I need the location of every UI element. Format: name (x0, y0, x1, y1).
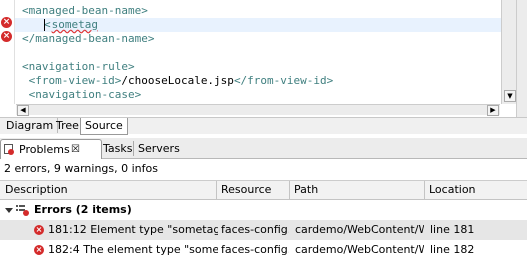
expand-triangle-icon[interactable] (5, 208, 13, 213)
cell-location: line 182 (430, 243, 475, 256)
column-location[interactable]: Location (424, 181, 527, 199)
cell-description: 181:12 Element type "sometag" m (48, 223, 218, 236)
xml-editor[interactable]: × × <managed-bean-name> <sometag </manag… (0, 0, 527, 119)
group-row-errors[interactable]: Errors (2 items) (0, 200, 527, 220)
scroll-right-icon[interactable]: ▶ (487, 105, 499, 116)
close-icon[interactable]: ☒ (71, 140, 80, 159)
editor-page-tabs: Diagram Tree Source (0, 117, 527, 135)
cell-description: 182:4 The element type "someta (48, 243, 218, 256)
horizontal-scrollbar[interactable]: ◀ ▶ (16, 104, 500, 116)
problems-icon (4, 144, 14, 155)
column-resource[interactable]: Resource (216, 181, 290, 199)
tab-problems-label: Problems (19, 143, 70, 156)
column-path[interactable]: Path (289, 181, 425, 199)
error-icon: × (34, 225, 44, 235)
cell-path: cardemo/WebContent/WE (295, 223, 424, 236)
scroll-down-icon[interactable]: ▼ (504, 90, 516, 102)
tab-diagram[interactable]: Diagram (2, 118, 59, 133)
code-line: <navigation-case> (28, 88, 142, 101)
table-header: Description Resource Path Location (0, 180, 527, 200)
code-line: <managed-bean-name> (22, 4, 148, 17)
tab-source[interactable]: Source (80, 118, 128, 135)
code-line-current: <sometag (15, 18, 501, 32)
vertical-scrollbar[interactable]: ▼ (501, 0, 516, 104)
cell-path: cardemo/WebContent/WE (295, 243, 424, 256)
cell-resource: faces-config. (221, 243, 289, 256)
tab-tasks[interactable]: Tasks (98, 139, 137, 158)
column-description[interactable]: Description (0, 181, 217, 199)
error-group-icon (16, 205, 29, 216)
editor-gutter: × × (0, 0, 15, 104)
group-label: Errors (2 items) (34, 203, 132, 216)
error-text: sometag (51, 18, 98, 31)
code-area[interactable]: <managed-bean-name> <sometag </managed-b… (15, 0, 501, 104)
tab-servers[interactable]: Servers (133, 139, 185, 158)
code-line: <navigation-rule> (22, 60, 135, 73)
table-row[interactable]: × 181:12 Element type "sometag" m faces-… (0, 220, 527, 240)
views-tab-bar: Problems ☒ Tasks Servers (0, 138, 527, 159)
cell-location: line 181 (430, 223, 475, 236)
tab-problems[interactable]: Problems ☒ (0, 139, 102, 159)
code-line: </managed-bean-name> (22, 32, 155, 45)
cell-resource: faces-config. (221, 223, 289, 236)
scroll-left-icon[interactable]: ◀ (17, 105, 29, 116)
table-row[interactable]: × 182:4 The element type "someta faces-c… (0, 240, 527, 260)
code-line: <from-view-id>/chooseLocale.jsp</from-vi… (28, 74, 334, 87)
side-panel-edge (516, 0, 527, 118)
text-cursor (43, 19, 45, 31)
error-marker-icon[interactable]: × (1, 31, 12, 42)
problems-summary: 2 errors, 9 warnings, 0 infos (4, 162, 158, 175)
error-marker-icon[interactable]: × (1, 17, 12, 28)
error-icon: × (34, 245, 44, 255)
